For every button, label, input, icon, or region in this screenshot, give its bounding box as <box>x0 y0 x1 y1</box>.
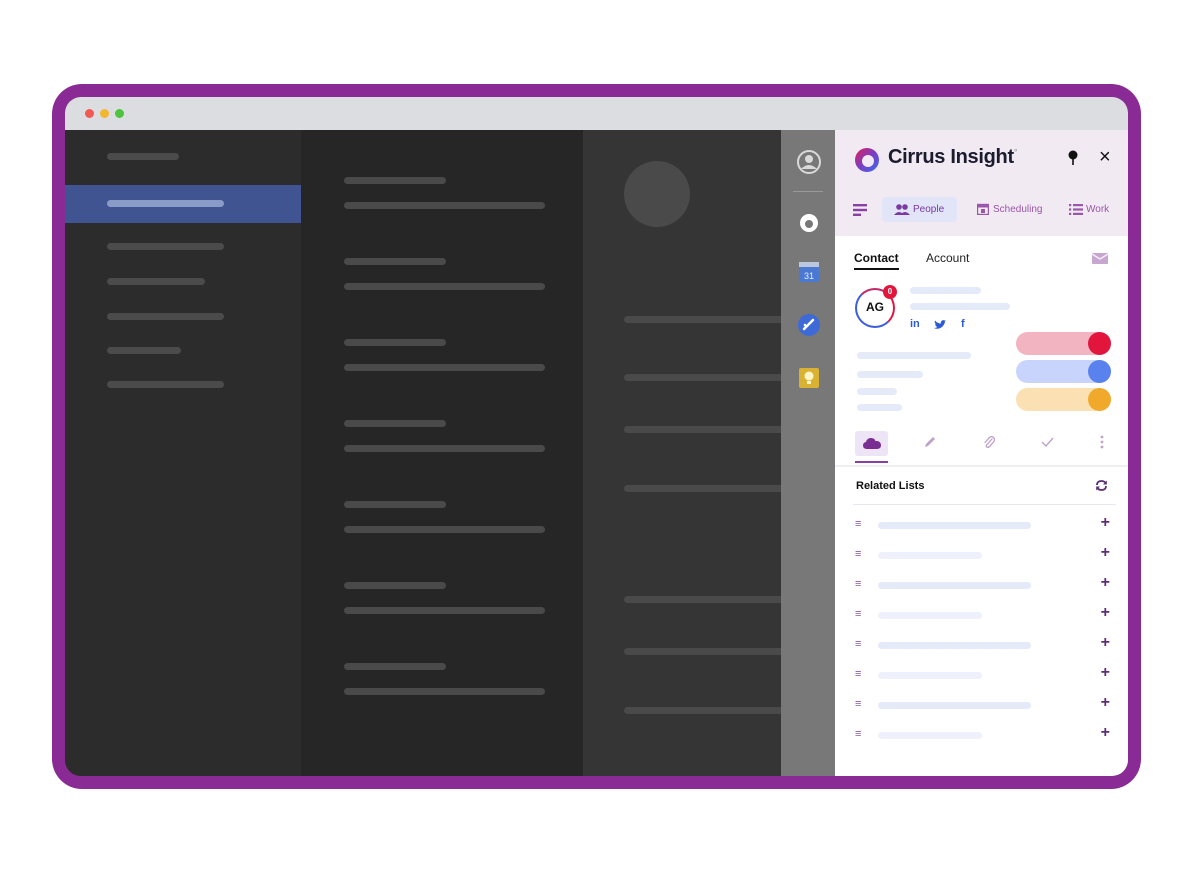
facebook-icon[interactable]: f <box>961 318 965 330</box>
add-related-button[interactable]: + <box>1101 694 1110 712</box>
list-icon: ≡ <box>855 608 862 620</box>
cirrus-addon-icon[interactable] <box>797 211 821 235</box>
contact-name-placeholder <box>910 287 981 294</box>
body-line <box>624 648 781 655</box>
list-icon: ≡ <box>855 578 862 590</box>
tab-scheduling[interactable]: Scheduling <box>975 197 1055 222</box>
minimize-window-dot[interactable] <box>100 109 109 118</box>
folder-item[interactable] <box>107 243 224 250</box>
people-icon <box>894 204 910 215</box>
keep-notes-icon[interactable] <box>797 366 821 390</box>
list-icon: ≡ <box>855 728 862 740</box>
related-list-row[interactable]: ≡ + <box>835 690 1128 720</box>
tab-people[interactable]: People <box>882 197 957 222</box>
brand-name: Cirrus Insight° <box>888 146 1018 168</box>
attachment-icon[interactable] <box>983 435 995 449</box>
more-icon[interactable] <box>1100 435 1104 449</box>
list-icon: ≡ <box>855 518 862 530</box>
message-item[interactable] <box>344 339 446 346</box>
refresh-icon[interactable] <box>1095 479 1108 492</box>
tab-contact[interactable]: Contact <box>854 251 899 270</box>
list-icon: ≡ <box>855 638 862 650</box>
title-bar <box>65 97 1128 130</box>
add-related-button[interactable]: + <box>1101 634 1110 652</box>
folder-item[interactable] <box>107 153 179 160</box>
message-item[interactable] <box>344 582 446 589</box>
sender-avatar <box>624 161 690 227</box>
close-panel-button[interactable]: × <box>1099 146 1111 169</box>
message-item[interactable] <box>344 258 446 265</box>
maximize-window-dot[interactable] <box>115 109 124 118</box>
app-window: 31 Cirrus Insight° × People Scheduling W… <box>65 97 1128 776</box>
detail-line <box>857 352 971 359</box>
list-icon: ≡ <box>855 668 862 680</box>
list-icon <box>1069 204 1083 215</box>
calendar-icon <box>977 203 989 215</box>
folder-column <box>65 130 301 776</box>
detail-line <box>857 371 923 378</box>
body-line <box>624 485 781 492</box>
svg-text:31: 31 <box>804 271 814 281</box>
status-toggle-red[interactable] <box>1016 332 1111 355</box>
related-list-row[interactable]: ≡ + <box>835 510 1128 540</box>
cloud-icon <box>863 438 881 449</box>
message-item[interactable] <box>344 501 446 508</box>
edit-icon[interactable] <box>924 436 936 448</box>
body-line <box>624 316 781 323</box>
status-toggle-amber[interactable] <box>1016 388 1111 411</box>
message-item[interactable] <box>344 663 446 670</box>
account-icon[interactable] <box>797 150 821 174</box>
body-line <box>624 596 781 603</box>
notification-badge: 0 <box>883 285 897 299</box>
list-icon: ≡ <box>855 548 862 560</box>
related-list-row[interactable]: ≡ + <box>835 600 1128 630</box>
check-icon[interactable] <box>1041 437 1054 447</box>
folder-item[interactable] <box>107 347 181 354</box>
add-related-button[interactable]: + <box>1101 574 1110 592</box>
add-related-button[interactable]: + <box>1101 664 1110 682</box>
list-icon: ≡ <box>855 698 862 710</box>
add-related-button[interactable]: + <box>1101 604 1110 622</box>
related-lists-title: Related Lists <box>856 480 925 492</box>
menu-icon[interactable] <box>853 204 867 216</box>
related-list-row[interactable]: ≡ + <box>835 570 1128 600</box>
detail-line <box>857 388 897 395</box>
cirrus-insight-panel: Cirrus Insight° × People Scheduling Work… <box>835 130 1128 776</box>
close-window-dot[interactable] <box>85 109 94 118</box>
detail-line <box>857 404 902 411</box>
twitter-icon[interactable] <box>934 320 946 330</box>
reading-pane <box>583 130 781 776</box>
status-toggle-blue[interactable] <box>1016 360 1111 383</box>
add-related-button[interactable]: + <box>1101 724 1110 742</box>
message-item[interactable] <box>344 177 446 184</box>
contact-title-placeholder <box>910 303 1010 310</box>
related-list-row[interactable]: ≡ + <box>835 660 1128 690</box>
body-line <box>624 707 781 714</box>
related-list-row[interactable]: ≡ + <box>835 630 1128 660</box>
linkedin-icon[interactable]: in <box>910 318 920 330</box>
tab-work[interactable]: Work <box>1067 197 1117 222</box>
folder-item[interactable] <box>107 381 224 388</box>
add-related-button[interactable]: + <box>1101 514 1110 532</box>
message-list <box>301 130 583 776</box>
addon-sidebar: 31 <box>781 130 835 776</box>
cirrus-logo-icon <box>855 148 879 172</box>
tab-salesforce[interactable] <box>855 431 888 456</box>
body-line <box>624 374 781 381</box>
tasks-icon[interactable] <box>797 313 821 337</box>
related-list-row[interactable]: ≡ + <box>835 720 1128 750</box>
pin-icon[interactable] <box>1067 150 1079 166</box>
folder-item[interactable] <box>107 278 205 285</box>
email-icon[interactable] <box>1092 253 1108 264</box>
add-related-button[interactable]: + <box>1101 544 1110 562</box>
body-line <box>624 426 781 433</box>
calendar-icon[interactable]: 31 <box>797 260 821 284</box>
folder-item-selected[interactable] <box>65 185 301 223</box>
folder-item[interactable] <box>107 313 224 320</box>
panel-header: Cirrus Insight° × People Scheduling Work <box>835 130 1128 236</box>
tab-account[interactable]: Account <box>926 251 969 265</box>
related-list-row[interactable]: ≡ + <box>835 540 1128 570</box>
message-item[interactable] <box>344 420 446 427</box>
